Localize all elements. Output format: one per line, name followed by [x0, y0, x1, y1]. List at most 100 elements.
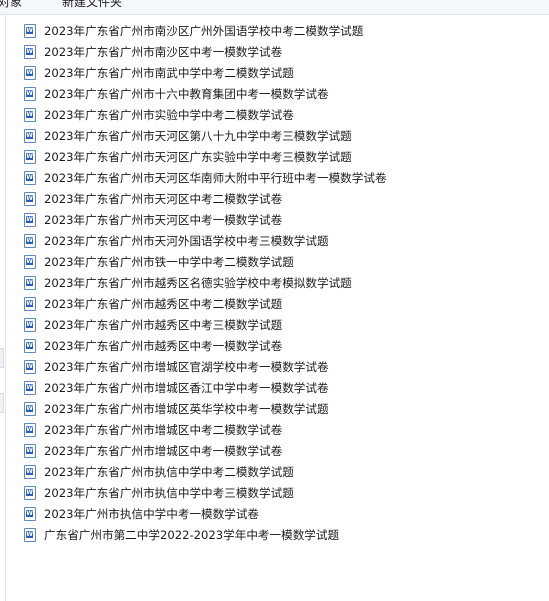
file-list-item[interactable]: W 2023年广东省广州市执信中学中考二模数学试题: [20, 461, 387, 482]
file-list-item[interactable]: W 2023年广东省广州市铁一中学中考二模数学试题: [20, 251, 387, 272]
file-list-item[interactable]: W 2023年广东省广州市增城区官湖学校中考一模数学试卷: [20, 356, 387, 377]
word-document-icon: W: [24, 191, 36, 206]
word-document-icon: W: [24, 86, 36, 101]
word-document-icon: W: [24, 527, 36, 542]
word-badge: W: [26, 509, 33, 517]
word-badge: W: [26, 341, 33, 349]
word-document-icon: W: [24, 485, 36, 500]
word-badge: W: [26, 47, 33, 55]
word-badge: W: [26, 68, 33, 76]
file-name-label: 2023年广东省广州市南沙区中考一模数学试卷: [44, 44, 283, 59]
nav-pane-scroll-marker[interactable]: [0, 393, 4, 413]
nav-pane-scroll-marker[interactable]: [0, 348, 4, 368]
word-badge: W: [26, 530, 33, 538]
word-badge: W: [26, 194, 33, 202]
file-list-item[interactable]: W 2023年广东省广州市天河区第八十九中学中考三模数学试题: [20, 125, 387, 146]
word-badge: W: [26, 320, 33, 328]
word-badge: W: [26, 215, 33, 223]
file-list-item[interactable]: W 2023年广东省广州市增城区香江中学中考一模数学试卷: [20, 377, 387, 398]
file-list-item[interactable]: W 2023年广东省广州市十六中教育集团中考一模数学试卷: [20, 83, 387, 104]
explorer-toolbar: 对象 新建文件夹: [0, 0, 549, 15]
word-badge: W: [26, 89, 33, 97]
word-document-icon: W: [24, 254, 36, 269]
word-badge: W: [26, 299, 33, 307]
word-document-icon: W: [24, 107, 36, 122]
word-document-icon: W: [24, 422, 36, 437]
word-badge: W: [26, 467, 33, 475]
word-document-icon: W: [24, 233, 36, 248]
file-name-label: 2023年广东省广州市增城区官湖学校中考一模数学试卷: [44, 359, 329, 374]
word-document-icon: W: [24, 380, 36, 395]
file-list-item[interactable]: W 2023年广东省广州市实验中学中考二模数学试卷: [20, 104, 387, 125]
word-document-icon: W: [24, 506, 36, 521]
file-name-label: 2023年广东省广州市天河外国语学校中考三模数学试题: [44, 233, 329, 248]
word-badge: W: [26, 425, 33, 433]
file-name-label: 2023年广东省广州市增城区英华学校中考一模数学试题: [44, 401, 329, 416]
file-list-item[interactable]: W 2023年广东省广州市增城区中考二模数学试卷: [20, 419, 387, 440]
file-list-item[interactable]: W 2023年广东省广州市越秀区名德实验学校中考模拟数学试题: [20, 272, 387, 293]
file-list-item[interactable]: W 2023年广东省广州市南沙区广州外国语学校中考二模数学试题: [20, 20, 387, 41]
file-name-label: 2023年广东省广州市增城区香江中学中考一模数学试卷: [44, 380, 329, 395]
file-list-item[interactable]: W 2023年广东省广州市天河外国语学校中考三模数学试题: [20, 230, 387, 251]
file-list-item[interactable]: W 2023年广东省广州市南沙区中考一模数学试卷: [20, 41, 387, 62]
word-document-icon: W: [24, 359, 36, 374]
file-list-item[interactable]: W 2023年广东省广州市天河区中考一模数学试卷: [20, 209, 387, 230]
word-document-icon: W: [24, 65, 36, 80]
file-name-label: 2023年广东省广州市越秀区中考三模数学试题: [44, 317, 283, 332]
file-name-label: 2023年广东省广州市实验中学中考二模数学试卷: [44, 107, 294, 122]
file-name-label: 2023年广东省广州市越秀区中考一模数学试卷: [44, 338, 283, 353]
new-folder-button[interactable]: 新建文件夹: [62, 0, 122, 10]
file-name-label: 2023年广东省广州市增城区中考一模数学试卷: [44, 443, 283, 458]
file-list-item[interactable]: W 2023年广州市执信中学中考一模数学试卷: [20, 503, 387, 524]
word-document-icon: W: [24, 464, 36, 479]
file-name-label: 2023年广东省广州市十六中教育集团中考一模数学试卷: [44, 86, 329, 101]
file-list-item[interactable]: W 2023年广东省广州市增城区中考一模数学试卷: [20, 440, 387, 461]
file-name-label: 2023年广东省广州市铁一中学中考二模数学试题: [44, 254, 294, 269]
file-list-item[interactable]: W 2023年广东省广州市执信中学中考三模数学试题: [20, 482, 387, 503]
file-name-label: 2023年广东省广州市越秀区名德实验学校中考模拟数学试题: [44, 275, 352, 290]
file-list-item[interactable]: W 2023年广东省广州市越秀区中考一模数学试卷: [20, 335, 387, 356]
word-badge: W: [26, 110, 33, 118]
file-list-item[interactable]: W 2023年广东省广州市越秀区中考三模数学试题: [20, 314, 387, 335]
file-list: W 2023年广东省广州市南沙区广州外国语学校中考二模数学试题 W 2023年广…: [20, 20, 387, 545]
word-badge: W: [26, 26, 33, 34]
word-badge: W: [26, 362, 33, 370]
file-list-item[interactable]: W 2023年广东省广州市天河区华南师大附中平行班中考一模数学试卷: [20, 167, 387, 188]
word-badge: W: [26, 152, 33, 160]
file-name-label: 2023年广东省广州市增城区中考二模数学试卷: [44, 422, 283, 437]
word-badge: W: [26, 383, 33, 391]
toolbar-object-button[interactable]: 对象: [0, 0, 22, 10]
file-name-label: 2023年广东省广州市天河区中考一模数学试卷: [44, 212, 283, 227]
file-list-item[interactable]: W 2023年广东省广州市天河区中考二模数学试卷: [20, 188, 387, 209]
word-badge: W: [26, 236, 33, 244]
word-document-icon: W: [24, 23, 36, 38]
file-list-item[interactable]: W 2023年广东省广州市增城区英华学校中考一模数学试题: [20, 398, 387, 419]
word-badge: W: [26, 404, 33, 412]
word-document-icon: W: [24, 296, 36, 311]
word-document-icon: W: [24, 149, 36, 164]
word-document-icon: W: [24, 44, 36, 59]
word-badge: W: [26, 131, 33, 139]
file-name-label: 2023年广东省广州市天河区华南师大附中平行班中考一模数学试卷: [44, 170, 387, 185]
navigation-pane[interactable]: [0, 15, 6, 601]
file-name-label: 2023年广东省广州市南沙区广州外国语学校中考二模数学试题: [44, 23, 364, 38]
file-name-label: 2023年广州市执信中学中考一模数学试卷: [44, 506, 260, 521]
word-document-icon: W: [24, 317, 36, 332]
file-name-label: 2023年广东省广州市天河区中考二模数学试卷: [44, 191, 283, 206]
file-list-item[interactable]: W 广东省广州市第二中学2022-2023学年中考一模数学试题: [20, 524, 387, 545]
file-list-item[interactable]: W 2023年广东省广州市越秀区中考二模数学试题: [20, 293, 387, 314]
word-badge: W: [26, 257, 33, 265]
word-document-icon: W: [24, 170, 36, 185]
word-document-icon: W: [24, 275, 36, 290]
file-name-label: 2023年广东省广州市越秀区中考二模数学试题: [44, 296, 283, 311]
word-document-icon: W: [24, 212, 36, 227]
file-name-label: 2023年广东省广州市天河区第八十九中学中考三模数学试题: [44, 128, 352, 143]
file-list-item[interactable]: W 2023年广东省广州市天河区广东实验中学中考三模数学试题: [20, 146, 387, 167]
file-name-label: 2023年广东省广州市天河区广东实验中学中考三模数学试题: [44, 149, 352, 164]
word-badge: W: [26, 278, 33, 286]
word-document-icon: W: [24, 443, 36, 458]
word-badge: W: [26, 446, 33, 454]
file-name-label: 2023年广东省广州市南武中学中考二模数学试题: [44, 65, 294, 80]
file-list-item[interactable]: W 2023年广东省广州市南武中学中考二模数学试题: [20, 62, 387, 83]
file-name-label: 2023年广东省广州市执信中学中考三模数学试题: [44, 485, 294, 500]
